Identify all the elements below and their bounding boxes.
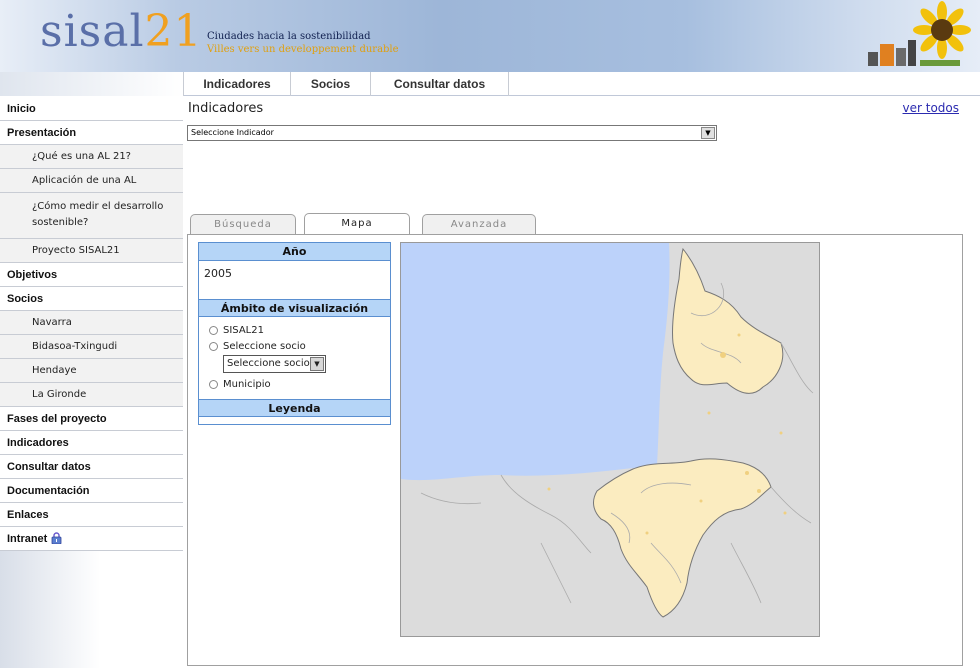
radio-label-sisal21: SISAL21 <box>223 325 264 336</box>
tab-busqueda[interactable]: Búsqueda <box>190 214 296 234</box>
radio-button[interactable] <box>209 342 218 351</box>
region-map[interactable] <box>400 242 820 637</box>
top-nav: Indicadores Socios Consultar datos <box>0 72 980 96</box>
year-value: 2005 <box>204 267 232 280</box>
tab-avanzada[interactable]: Avanzada <box>422 214 536 234</box>
sidebar: Inicio Presentación ¿Qué es una AL 21? A… <box>0 97 183 668</box>
site-tagline: Ciudades hacia la sostenibilidad Villes … <box>207 30 399 56</box>
topnav-socios[interactable]: Socios <box>291 72 371 96</box>
radio-label-municipio: Municipio <box>223 379 271 390</box>
year-header: Año <box>199 243 390 261</box>
sidebar-item-socios[interactable]: Socios <box>0 287 183 311</box>
main-content: Indicadores ver todos Seleccione Indicad… <box>187 97 977 668</box>
sidebar-item-fases[interactable]: Fases del proyecto <box>0 407 183 431</box>
site-header: sisal21 Ciudades hacia la sostenibilidad… <box>0 0 980 72</box>
topnav-indicadores[interactable]: Indicadores <box>183 72 291 96</box>
sidebar-subitem-como-medir[interactable]: ¿Cómo medir el desarrollo sostenible? <box>0 193 183 239</box>
sidebar-item-intranet-label: Intranet <box>7 533 48 545</box>
sidebar-item-enlaces[interactable]: Enlaces <box>0 503 183 527</box>
dropdown-arrow-icon[interactable]: ▼ <box>310 357 324 371</box>
page-title: Indicadores <box>188 101 264 116</box>
sidebar-subitem-proyecto-sisal21[interactable]: Proyecto SISAL21 <box>0 239 183 263</box>
map-svg[interactable] <box>401 243 820 637</box>
radio-option-socio[interactable]: Seleccione socio <box>199 339 390 355</box>
ver-todos-link[interactable]: ver todos <box>903 101 960 115</box>
indicator-select-value: Seleccione Indicador <box>191 128 274 137</box>
sidebar-item-presentacion[interactable]: Presentación <box>0 121 183 145</box>
tab-mapa[interactable]: Mapa <box>304 213 410 235</box>
sidebar-item-objetivos[interactable]: Objetivos <box>0 263 183 287</box>
sidebar-subitem-bidasoa-txingudi[interactable]: Bidasoa-Txingudi <box>0 335 183 359</box>
map-sea <box>401 243 670 481</box>
tagline-fr: Villes vers un developpement durable <box>207 44 399 55</box>
sidebar-item-inicio[interactable]: Inicio <box>0 97 183 121</box>
radio-button[interactable] <box>209 380 218 389</box>
sidebar-subitem-que-es-al21[interactable]: ¿Qué es una AL 21? <box>0 145 183 169</box>
radio-option-sisal21[interactable]: SISAL21 <box>199 323 390 339</box>
radio-button[interactable] <box>209 326 218 335</box>
sunflower-city-banner-image <box>868 1 971 66</box>
socio-select[interactable]: Seleccione socio ▼ <box>223 355 326 373</box>
site-logo[interactable]: sisal21 <box>40 10 203 54</box>
radio-option-municipio[interactable]: Municipio <box>199 377 390 393</box>
tagline-es: Ciudades hacia la sostenibilidad <box>207 31 371 42</box>
sidebar-item-documentacion[interactable]: Documentación <box>0 479 183 503</box>
radio-label-socio: Seleccione socio <box>223 341 306 352</box>
scope-header: Ámbito de visualización <box>199 299 390 317</box>
socio-select-value: Seleccione socio <box>227 358 310 369</box>
sidebar-subitem-hendaye[interactable]: Hendaye <box>0 359 183 383</box>
topnav-consultar-datos[interactable]: Consultar datos <box>371 72 509 96</box>
top-nav-spacer <box>0 72 183 96</box>
indicator-select[interactable]: Seleccione Indicador ▼ <box>187 125 717 141</box>
sidebar-subitem-navarra[interactable]: Navarra <box>0 311 183 335</box>
sidebar-subitem-la-gironde[interactable]: La Gironde <box>0 383 183 407</box>
legend-header: Leyenda <box>199 399 390 417</box>
sidebar-subitem-aplicacion-al[interactable]: Aplicación de una AL <box>0 169 183 193</box>
lock-icon <box>51 529 62 553</box>
sidebar-item-indicadores[interactable]: Indicadores <box>0 431 183 455</box>
sidebar-item-consultar-datos[interactable]: Consultar datos <box>0 455 183 479</box>
map-controls-box: Año 2005 Ámbito de visualización SISAL21… <box>198 242 391 425</box>
dropdown-arrow-icon[interactable]: ▼ <box>701 127 715 139</box>
sidebar-item-intranet[interactable]: Intranet <box>0 527 183 551</box>
